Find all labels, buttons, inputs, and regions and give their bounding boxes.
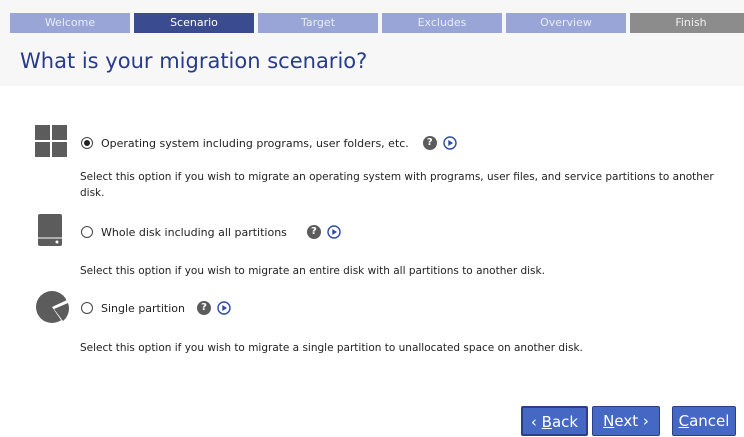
- next-button[interactable]: Next ›: [592, 406, 660, 436]
- option-whole-disk[interactable]: Whole disk including all partitions ?: [81, 225, 341, 239]
- radio-single-partition[interactable]: [81, 302, 93, 314]
- step-excludes: Excludes: [382, 13, 502, 33]
- hard-disk-icon: [38, 214, 62, 246]
- cancel-mnemonic: C: [678, 412, 690, 430]
- partition-pie-icon: [36, 291, 69, 323]
- back-label-rest: ack: [551, 413, 579, 431]
- help-icon[interactable]: ?: [197, 301, 211, 315]
- play-video-icon[interactable]: [443, 136, 457, 150]
- cancel-button[interactable]: Cancel: [672, 406, 736, 436]
- next-arrow: ›: [638, 412, 649, 430]
- option-whole-disk-description: Select this option if you wish to migrat…: [80, 265, 545, 277]
- next-label-rest: ext: [614, 412, 639, 430]
- step-welcome: Welcome: [10, 13, 130, 33]
- step-overview: Overview: [506, 13, 626, 33]
- play-video-icon[interactable]: [327, 225, 341, 239]
- windows-logo-icon: [35, 125, 67, 157]
- radio-operating-system[interactable]: [81, 137, 93, 149]
- option-single-partition[interactable]: Single partition ?: [81, 301, 231, 315]
- page-title: What is your migration scenario?: [20, 49, 368, 73]
- step-target: Target: [258, 13, 378, 33]
- radio-whole-disk[interactable]: [81, 226, 93, 238]
- option-single-partition-label[interactable]: Single partition: [101, 302, 185, 315]
- back-arrow: ‹: [530, 413, 542, 431]
- option-whole-disk-label[interactable]: Whole disk including all partitions: [101, 226, 287, 239]
- help-icon[interactable]: ?: [422, 136, 437, 150]
- option-single-partition-description: Select this option if you wish to migrat…: [80, 342, 583, 354]
- option-operating-system[interactable]: Operating system including programs, use…: [81, 136, 457, 150]
- back-mnemonic: B: [541, 413, 552, 431]
- cancel-label-rest: ancel: [689, 412, 730, 430]
- option-operating-system-description: Select this option if you wish to migrat…: [80, 171, 714, 199]
- option-operating-system-label[interactable]: Operating system including programs, use…: [101, 137, 409, 150]
- play-video-icon[interactable]: [217, 301, 231, 315]
- back-button[interactable]: ‹ Back: [521, 406, 588, 436]
- wizard-steps: Welcome Scenario Target Excludes Overvie…: [10, 13, 744, 33]
- next-mnemonic: N: [603, 412, 615, 430]
- help-icon[interactable]: ?: [306, 225, 321, 239]
- step-finish: Finish: [630, 13, 744, 33]
- step-scenario: Scenario: [134, 13, 254, 33]
